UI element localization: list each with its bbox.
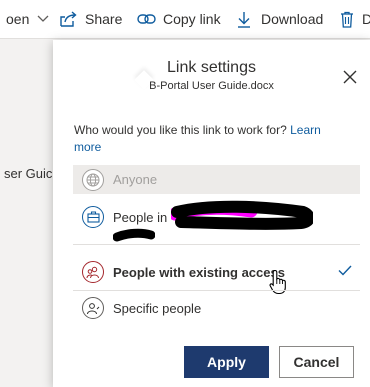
download-label: Download bbox=[261, 11, 324, 27]
close-button[interactable] bbox=[341, 68, 359, 86]
download-icon bbox=[236, 11, 252, 28]
audience-question: Who would you like this link to work for… bbox=[74, 122, 344, 156]
copy-link-button[interactable]: Copy link bbox=[137, 0, 221, 38]
command-bar: oen Share Copy link Download D bbox=[0, 0, 370, 39]
apply-button[interactable]: Apply bbox=[184, 346, 269, 378]
divider bbox=[73, 290, 360, 291]
share-label: Share bbox=[85, 11, 123, 27]
person-icon bbox=[82, 297, 104, 319]
share-button[interactable]: Share bbox=[60, 0, 122, 38]
dialog-title: Link settings bbox=[167, 59, 256, 76]
option-anyone[interactable]: Anyone bbox=[73, 165, 360, 194]
divider bbox=[73, 244, 360, 245]
copy-link-label: Copy link bbox=[163, 11, 221, 27]
redaction-marks bbox=[171, 200, 313, 230]
delete-label: D bbox=[362, 11, 370, 27]
people-icon bbox=[82, 261, 104, 283]
download-button[interactable]: Download bbox=[236, 0, 323, 38]
option-existing-access[interactable]: People with existing access bbox=[73, 255, 360, 289]
option-specific-people[interactable]: Specific people bbox=[73, 293, 360, 323]
open-label: oen bbox=[6, 11, 30, 27]
question-text: Who would you like this link to work for… bbox=[74, 123, 287, 137]
chevron-down-icon bbox=[37, 15, 49, 23]
background-file-name: ser Guic bbox=[4, 166, 53, 181]
close-icon bbox=[341, 70, 359, 90]
share-icon bbox=[60, 11, 78, 27]
trash-icon bbox=[340, 11, 354, 28]
globe-icon bbox=[82, 168, 104, 191]
link-icon bbox=[137, 13, 156, 25]
option-specific-people-label: Specific people bbox=[113, 300, 202, 316]
option-anyone-label: Anyone bbox=[113, 172, 158, 187]
redaction-mark-second-line bbox=[113, 228, 155, 242]
dialog-subtitle: B-Portal User Guide.docx bbox=[149, 80, 274, 92]
checkmark-icon bbox=[337, 262, 353, 278]
briefcase-icon bbox=[82, 206, 104, 228]
link-settings-dialog: Link settings B-Portal User Guide.docx W… bbox=[53, 40, 370, 387]
delete-button[interactable]: D bbox=[340, 0, 370, 38]
open-button[interactable]: oen bbox=[0, 0, 49, 38]
cancel-button[interactable]: Cancel bbox=[279, 346, 354, 378]
option-people-in-label: People in bbox=[113, 209, 168, 225]
option-existing-access-label: People with existing access bbox=[113, 264, 285, 280]
